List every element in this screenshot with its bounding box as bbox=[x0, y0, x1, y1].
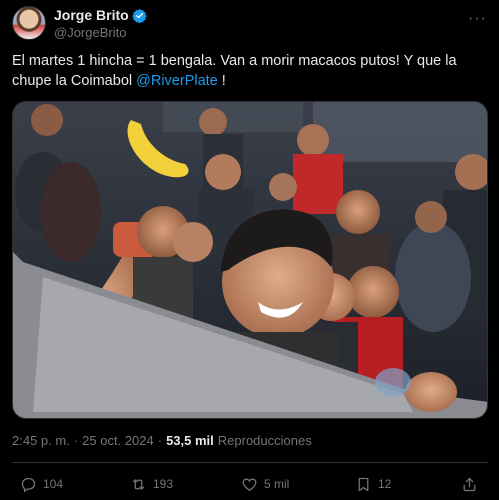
tweet-video[interactable] bbox=[12, 101, 488, 419]
retweet-button[interactable]: 193 bbox=[130, 476, 173, 493]
more-options-icon[interactable]: ··· bbox=[468, 10, 487, 28]
bookmark-button[interactable]: 12 bbox=[355, 476, 391, 493]
tweet-header: Jorge Brito @JorgeBrito ··· bbox=[12, 6, 487, 42]
author-handle[interactable]: @JorgeBrito bbox=[54, 25, 126, 40]
views-count: 53,5 mil bbox=[166, 433, 214, 448]
tweet-date[interactable]: 25 oct. 2024 bbox=[82, 433, 154, 448]
divider bbox=[12, 462, 488, 463]
meta-separator-2: · bbox=[157, 433, 163, 448]
views-label: Reproducciones bbox=[217, 433, 312, 448]
share-icon bbox=[463, 477, 476, 491]
reply-button[interactable]: 104 bbox=[20, 476, 63, 493]
tweet-text-end: ! bbox=[217, 73, 226, 89]
bookmark-icon bbox=[358, 477, 369, 491]
like-button[interactable]: 5 mil bbox=[241, 476, 289, 493]
retweet-icon bbox=[132, 478, 145, 490]
retweet-count: 193 bbox=[153, 477, 174, 491]
bookmark-count: 12 bbox=[378, 477, 392, 491]
author-display-name[interactable]: Jorge Brito bbox=[54, 7, 129, 23]
reply-icon bbox=[21, 477, 36, 492]
verified-badge-icon bbox=[132, 8, 147, 23]
meta-separator: · bbox=[73, 433, 79, 448]
tweet-time[interactable]: 2:45 p. m. bbox=[12, 433, 70, 448]
like-count: 5 mil bbox=[264, 477, 290, 491]
author-name-row: Jorge Brito bbox=[54, 7, 147, 23]
mention-link[interactable]: @RiverPlate bbox=[136, 73, 218, 89]
tweet-text-body: El martes 1 hincha = 1 bengala. Van a mo… bbox=[12, 53, 457, 89]
author-avatar[interactable] bbox=[12, 6, 46, 40]
reply-count: 104 bbox=[43, 477, 64, 491]
tweet-text: El martes 1 hincha = 1 bengala. Van a mo… bbox=[12, 51, 482, 91]
tweet-actions: 104 193 5 mil 12 bbox=[12, 472, 488, 496]
tweet-meta: 2:45 p. m. · 25 oct. 2024 · 53,5 mil Rep… bbox=[12, 433, 312, 448]
video-frame-image bbox=[13, 102, 487, 418]
heart-icon bbox=[242, 478, 257, 491]
share-button[interactable] bbox=[461, 476, 478, 493]
